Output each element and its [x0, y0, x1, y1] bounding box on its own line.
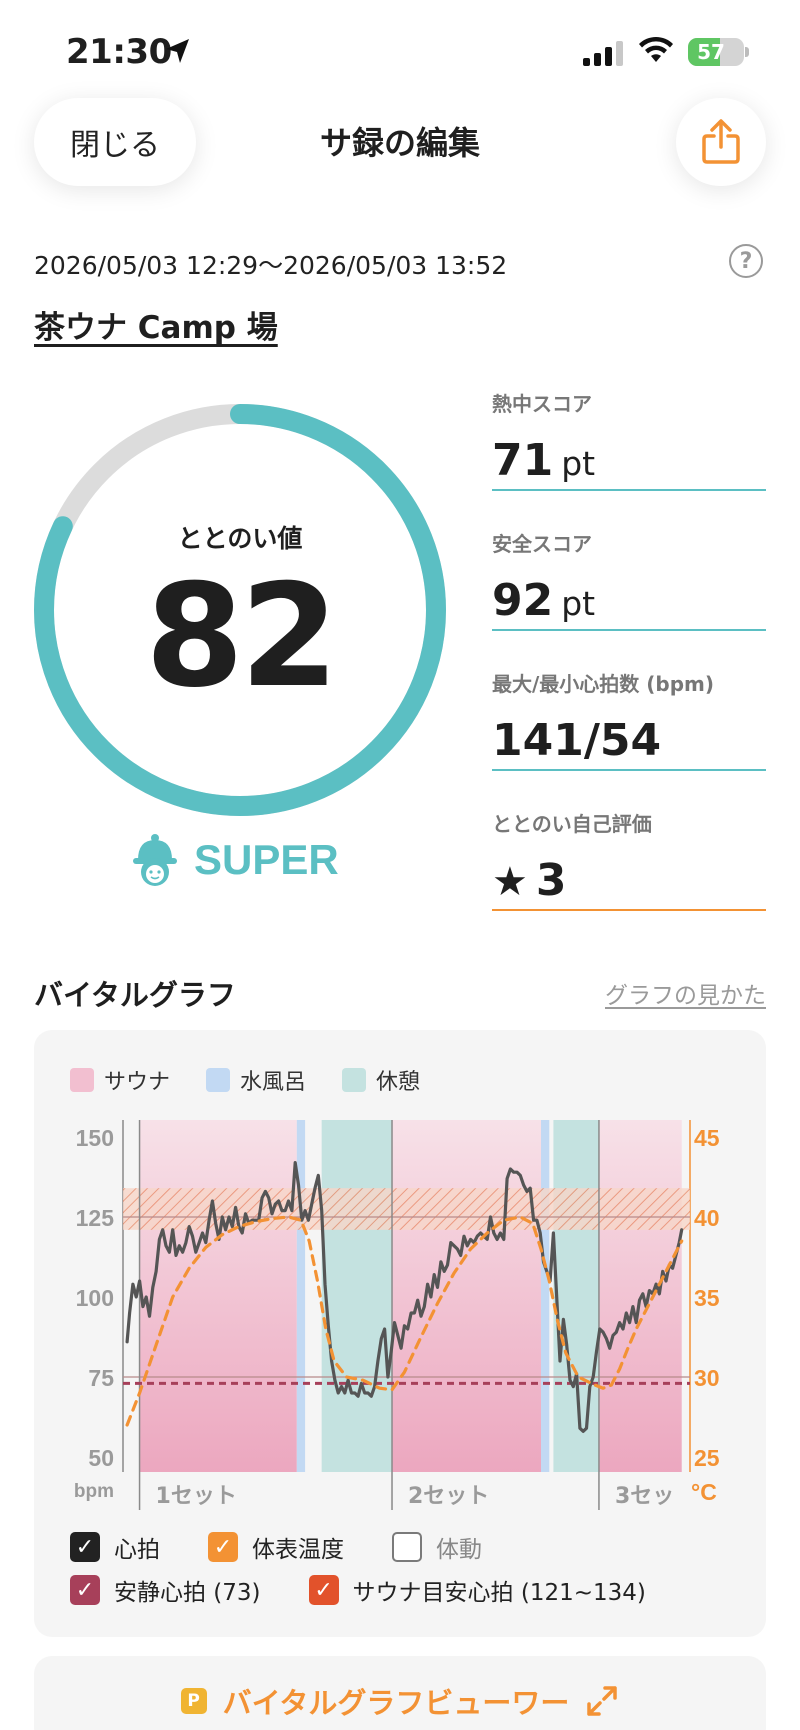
legend-swatch	[206, 1068, 231, 1092]
status-bar: 21:30 57	[0, 0, 800, 100]
stat-value: 71 pt	[492, 435, 766, 491]
y-left-tick-label: 75	[88, 1365, 114, 1391]
y-left-unit-label: bpm	[74, 1481, 114, 1502]
phase-band-rest	[321, 1120, 393, 1472]
checkbox-sauna-target-hr[interactable]: ✓ サウナ目安心拍 (121~134)	[308, 1573, 646, 1607]
stat-unit: pt	[561, 584, 596, 623]
set-label: 3セッ	[615, 1484, 674, 1509]
viewer-label: バイタルグラフビューワー	[222, 1686, 570, 1720]
stat-safety-score[interactable]: 安全スコア 92 pt	[492, 528, 766, 631]
y-left-tick-label: 50	[88, 1445, 114, 1471]
stat-value: ★ 3	[492, 855, 766, 911]
expand-icon	[587, 1686, 618, 1716]
status-time: 21:30	[66, 32, 172, 72]
stat-label: 熱中スコア	[492, 392, 592, 416]
checkbox-icon: ✓	[70, 1532, 100, 1562]
y-right-tick-label: 30	[694, 1365, 720, 1391]
sauna-hat-mascot-icon	[133, 834, 177, 886]
checkbox-row-2: ✓ 安静心拍 (73) ✓ サウナ目安心拍 (121~134)	[70, 1573, 646, 1607]
checkbox-heart-rate[interactable]: ✓ 心拍	[70, 1530, 160, 1564]
stat-unit: pt	[561, 444, 596, 483]
y-left-tick-label: 125	[76, 1205, 115, 1231]
vital-chart: 150 125 100 75 50 bpm 45 40 35 30 25 °C 1セット 2セット 3セッ	[74, 1120, 720, 1510]
checkbox-icon	[392, 1532, 422, 1562]
stat-label: 最大/最小心拍数 (bpm)	[492, 672, 715, 696]
battery-icon: 57	[688, 38, 744, 66]
checkbox-label: サウナ目安心拍 (121~134)	[352, 1580, 646, 1606]
help-icon[interactable]: ?	[729, 244, 763, 278]
share-button[interactable]	[676, 98, 766, 186]
stat-number: 3	[535, 855, 567, 906]
cellular-signal-icon	[583, 40, 623, 66]
vital-graph-title: バイタルグラフ	[34, 978, 236, 1012]
battery-cap	[745, 47, 749, 57]
share-icon	[702, 119, 740, 164]
score-label: ととのい値	[177, 524, 303, 553]
stat-number: 141/54	[492, 715, 662, 766]
checkbox-body-motion[interactable]: 体動	[392, 1530, 482, 1564]
y-right-tick-label: 45	[694, 1125, 720, 1151]
y-right-unit-label: °C	[691, 1479, 717, 1505]
stat-value: 92 pt	[492, 575, 766, 631]
stat-number: 92	[492, 575, 554, 626]
phase-band-sauna	[139, 1120, 297, 1472]
set-label: 1セット	[156, 1484, 237, 1509]
graph-guide-link[interactable]: グラフの見かた	[605, 976, 766, 1010]
stat-value: 141/54	[492, 715, 766, 771]
checkbox-icon: ✓	[308, 1575, 339, 1605]
vital-graph-viewer-button[interactable]: P バイタルグラフビューワー	[34, 1656, 766, 1730]
legend-swatch	[342, 1068, 367, 1092]
y-right-tick-label: 35	[694, 1285, 720, 1311]
location-arrow-icon	[166, 39, 189, 63]
checkbox-label: 体表温度	[252, 1537, 344, 1563]
checkbox-label: 心拍	[114, 1537, 160, 1563]
place-name-link[interactable]: 茶ウナ Camp 場	[34, 302, 278, 347]
checkbox-label: 体動	[436, 1537, 482, 1563]
stat-label: 安全スコア	[492, 532, 592, 556]
stat-heat-score[interactable]: 熱中スコア 71 pt	[492, 388, 766, 491]
checkbox-row-1: ✓ 心拍 ✓ 体表温度 体動	[70, 1530, 482, 1564]
score-value: 82	[145, 554, 339, 719]
checkbox-resting-hr[interactable]: ✓ 安静心拍 (73)	[70, 1573, 261, 1607]
phase-band-cold	[541, 1120, 550, 1472]
phase-band-rest	[553, 1120, 599, 1472]
y-left-tick-label: 100	[76, 1285, 114, 1311]
stat-heart-rate[interactable]: 最大/最小心拍数 (bpm) 141/54	[492, 668, 766, 771]
stat-number: 71	[492, 435, 554, 486]
premium-badge: P	[180, 1688, 207, 1714]
y-right-tick-label: 25	[694, 1445, 720, 1471]
legend-swatch	[70, 1068, 94, 1092]
rank-badge: SUPER	[130, 832, 339, 888]
stat-self-rating[interactable]: ととのい自己評価 ★ 3	[492, 808, 766, 911]
stat-label: ととのい自己評価	[492, 812, 652, 836]
battery-percent: 57	[697, 40, 725, 64]
date-range: 2026/05/03 12:29～2026/05/03 13:52	[34, 251, 508, 280]
wifi-icon	[639, 36, 673, 62]
checkbox-label: 安静心拍 (73)	[114, 1580, 261, 1606]
set-label: 2セット	[408, 1484, 489, 1509]
y-right-tick-label: 40	[694, 1205, 720, 1231]
checkbox-skin-temp[interactable]: ✓ 体表温度	[208, 1530, 344, 1564]
checkbox-icon: ✓	[208, 1532, 238, 1562]
checkbox-icon: ✓	[70, 1575, 100, 1605]
rank-text: SUPER	[194, 836, 339, 883]
star-icon: ★	[492, 859, 528, 905]
y-left-tick-label: 150	[76, 1125, 114, 1151]
